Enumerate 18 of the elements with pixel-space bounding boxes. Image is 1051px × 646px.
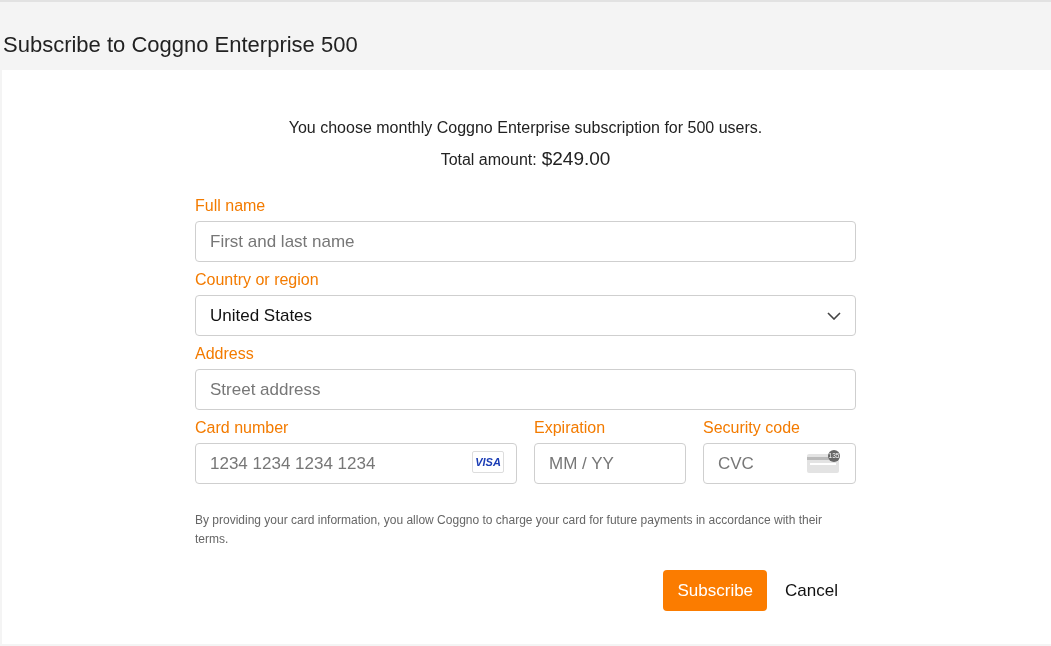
text-field[interactable]: First and last name [195,221,856,262]
field-label: Card number [195,418,290,438]
total-label: Total amount: [440,151,537,169]
field-label: Full name [195,196,267,216]
field-label: Expiration [534,418,607,438]
total-amount: $249.00 [541,148,611,170]
field-label: Security code [703,418,801,438]
card-brand-badge: VISA [472,451,504,473]
text-field[interactable]: Street address [195,369,856,410]
disclaimer-text: By providing your card information, you allow Coggno to charge your card for future payments in accordance with their terms. [195,512,823,548]
field-label: Country or region [195,270,320,290]
expiration-field[interactable]: MM / YY [534,443,686,484]
country-select[interactable]: United States [195,295,856,336]
page-title: Subscribe to Coggno Enterprise 500 [2,31,359,59]
subscription-description: You choose monthly Coggno Enterprise subscription for 500 users. [287,118,764,138]
field-label: Address [195,344,255,364]
chevron-down-icon [827,311,841,320]
cancel-button[interactable]: Cancel [771,570,852,611]
